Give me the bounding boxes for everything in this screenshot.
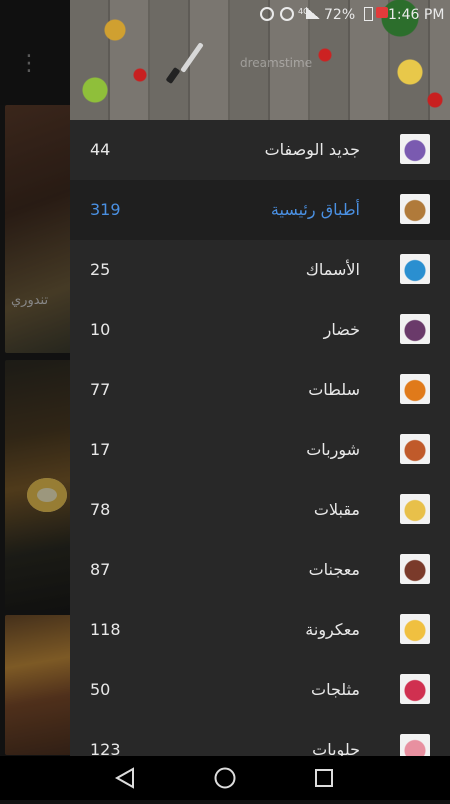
header-watermark: dreamstime — [240, 56, 313, 70]
category-list: 44 جديد الوصفات 319 أطباق رئيسية 25 الأسماك 10… — [70, 120, 450, 756]
salad-icon — [400, 374, 430, 404]
category-item[interactable]: 44 جديد الوصفات — [70, 120, 450, 180]
category-item[interactable]: 50 مثلجات — [70, 660, 450, 720]
home-button[interactable] — [195, 756, 255, 800]
category-item[interactable]: 123 حلويات — [70, 720, 450, 756]
recents-square-icon — [315, 769, 333, 787]
category-count: 78 — [90, 500, 111, 519]
status-bar: 4G 72% 1:46 PM — [258, 0, 450, 30]
category-count: 87 — [90, 560, 111, 579]
navigation-drawer: dreamstime 44 جديد الوصفات 319 أطباق رئيسية… — [70, 0, 450, 756]
hotspot-icon — [260, 7, 274, 21]
category-item[interactable]: 87 معجنات — [70, 540, 450, 600]
category-item[interactable]: 77 سلطات — [70, 360, 450, 420]
category-item[interactable]: 25 الأسماك — [70, 240, 450, 300]
alarm-icon — [280, 7, 294, 21]
back-button[interactable] — [95, 756, 155, 800]
category-label: خضار — [323, 320, 360, 339]
category-count: 77 — [90, 380, 111, 399]
category-label: شوربات — [306, 440, 360, 459]
category-count: 319 — [90, 200, 121, 219]
ice-cream-icon — [400, 674, 430, 704]
pastries-icon — [400, 554, 430, 584]
battery-icon — [364, 7, 373, 21]
category-label: معكرونة — [305, 620, 360, 639]
back-triangle-icon — [114, 767, 134, 789]
knife-handle-graphic — [165, 66, 181, 85]
new-recipes-icon — [400, 134, 430, 164]
category-count: 123 — [90, 740, 121, 756]
category-count: 44 — [90, 140, 111, 159]
category-label: معجنات — [308, 560, 360, 579]
recents-button[interactable] — [294, 756, 354, 800]
appetizers-icon — [400, 494, 430, 524]
category-item[interactable]: 10 خضار — [70, 300, 450, 360]
soup-icon — [400, 434, 430, 464]
desserts-icon — [400, 734, 430, 756]
category-item[interactable]: 319 أطباق رئيسية — [70, 180, 450, 240]
category-label: جديد الوصفات — [264, 140, 360, 159]
category-label: حلويات — [312, 740, 360, 756]
knife-graphic — [180, 42, 204, 73]
category-label: سلطات — [308, 380, 360, 399]
category-count: 10 — [90, 320, 111, 339]
category-item[interactable]: 17 شوربات — [70, 420, 450, 480]
category-count: 17 — [90, 440, 111, 459]
notification-icon — [376, 7, 388, 18]
category-count: 25 — [90, 260, 111, 279]
home-circle-icon — [214, 767, 236, 789]
pasta-icon — [400, 614, 430, 644]
category-item[interactable]: 78 مقبلات — [70, 480, 450, 540]
battery-percent: 72% — [324, 7, 356, 23]
category-label: أطباق رئيسية — [270, 200, 360, 219]
main-dishes-icon — [400, 194, 430, 224]
category-count: 50 — [90, 680, 111, 699]
category-label: مثلجات — [311, 680, 360, 699]
clock: 1:46 PM — [388, 7, 445, 23]
vegetables-icon — [400, 314, 430, 344]
signal-icon — [306, 7, 320, 19]
system-navigation-bar — [0, 756, 450, 800]
fish-icon — [400, 254, 430, 284]
category-label: مقبلات — [313, 500, 360, 519]
category-label: الأسماك — [305, 260, 360, 279]
category-count: 118 — [90, 620, 121, 639]
category-item[interactable]: 118 معكرونة — [70, 600, 450, 660]
